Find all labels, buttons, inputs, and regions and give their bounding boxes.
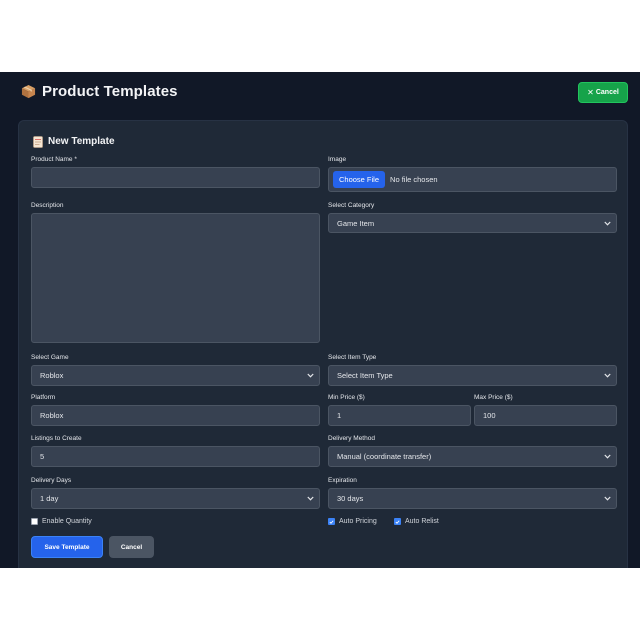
delivery-days-select[interactable]: 1 day (31, 488, 320, 509)
max-price-label: Max Price ($) (474, 394, 513, 401)
chevron-down-icon (604, 373, 611, 378)
panel-title: New Template (48, 135, 115, 147)
cancel-form-button[interactable]: Cancel (109, 536, 154, 558)
chevron-down-icon (307, 496, 314, 501)
listings-value: 5 (40, 452, 45, 461)
auto-relist-checkbox[interactable]: Auto Relist (394, 518, 439, 525)
enable-quantity-checkbox[interactable]: Enable Quantity (31, 518, 92, 525)
item-type-select[interactable]: Select Item Type (328, 365, 617, 386)
auto-relist-label: Auto Relist (405, 518, 439, 525)
delivery-days-label: Delivery Days (31, 477, 72, 484)
product-name-label: Product Name * (31, 156, 77, 163)
game-value: Roblox (40, 371, 64, 380)
image-file-input[interactable]: Choose File No file chosen (328, 167, 617, 192)
listings-label: Listings to Create (31, 435, 82, 442)
item-type-label: Select Item Type (328, 354, 377, 361)
chevron-down-icon (307, 373, 314, 378)
save-template-button[interactable]: Save Template (31, 536, 103, 558)
min-price-label: Min Price ($) (328, 394, 365, 401)
page-title: Product Templates (42, 83, 178, 100)
game-select[interactable]: Roblox (31, 365, 320, 386)
category-select[interactable]: Game Item (328, 213, 617, 233)
delivery-days-value: 1 day (40, 494, 59, 503)
auto-pricing-checkbox[interactable]: Auto Pricing (328, 518, 377, 525)
platform-value: Roblox (40, 411, 64, 420)
cancel-button-label: Cancel (595, 89, 619, 96)
close-icon: ✕ (587, 87, 594, 97)
page-header: Product Templates ✕ Cancel (0, 72, 640, 118)
description-textarea[interactable] (31, 213, 320, 343)
image-label: Image (328, 156, 347, 163)
expiration-select[interactable]: 30 days (328, 488, 617, 509)
max-price-value: 100 (483, 411, 496, 420)
max-price-input[interactable]: 100 (474, 405, 617, 426)
delivery-method-value: Manual (coordinate transfer) (337, 452, 432, 461)
checkbox-box[interactable] (328, 518, 335, 525)
enable-quantity-label: Enable Quantity (42, 518, 92, 525)
category-value: Game Item (337, 218, 375, 228)
expiration-value: 30 days (337, 494, 364, 503)
expiration-label: Expiration (328, 477, 357, 484)
chevron-down-icon (604, 454, 611, 459)
chevron-down-icon (604, 221, 611, 226)
choose-file-button[interactable]: Choose File (333, 171, 386, 188)
product-name-input[interactable] (31, 167, 320, 188)
package-icon (21, 84, 36, 99)
min-price-value: 1 (337, 411, 342, 420)
listings-input[interactable]: 5 (31, 446, 320, 467)
memo-icon (33, 135, 43, 148)
platform-input[interactable]: Roblox (31, 405, 320, 426)
delivery-method-select[interactable]: Manual (coordinate transfer) (328, 446, 617, 467)
checkbox-box[interactable] (394, 518, 401, 525)
delivery-method-label: Delivery Method (328, 435, 375, 442)
app-window: Product Templates ✕ Cancel New Template … (0, 72, 640, 568)
category-label: Select Category (328, 202, 375, 209)
checkbox-box[interactable] (31, 518, 38, 525)
game-label: Select Game (31, 354, 69, 361)
title-group: Product Templates (21, 83, 178, 100)
panel-header: New Template (33, 135, 115, 148)
cancel-button[interactable]: ✕ Cancel (578, 82, 628, 103)
new-template-panel: New Template Product Name * Image Choose… (18, 120, 628, 568)
auto-pricing-label: Auto Pricing (339, 518, 377, 525)
description-label: Description (31, 202, 64, 209)
chevron-down-icon (604, 496, 611, 501)
file-status-text: No file chosen (390, 175, 438, 184)
platform-label: Platform (31, 394, 56, 401)
min-price-input[interactable]: 1 (328, 405, 471, 426)
item-type-value: Select Item Type (337, 371, 393, 380)
